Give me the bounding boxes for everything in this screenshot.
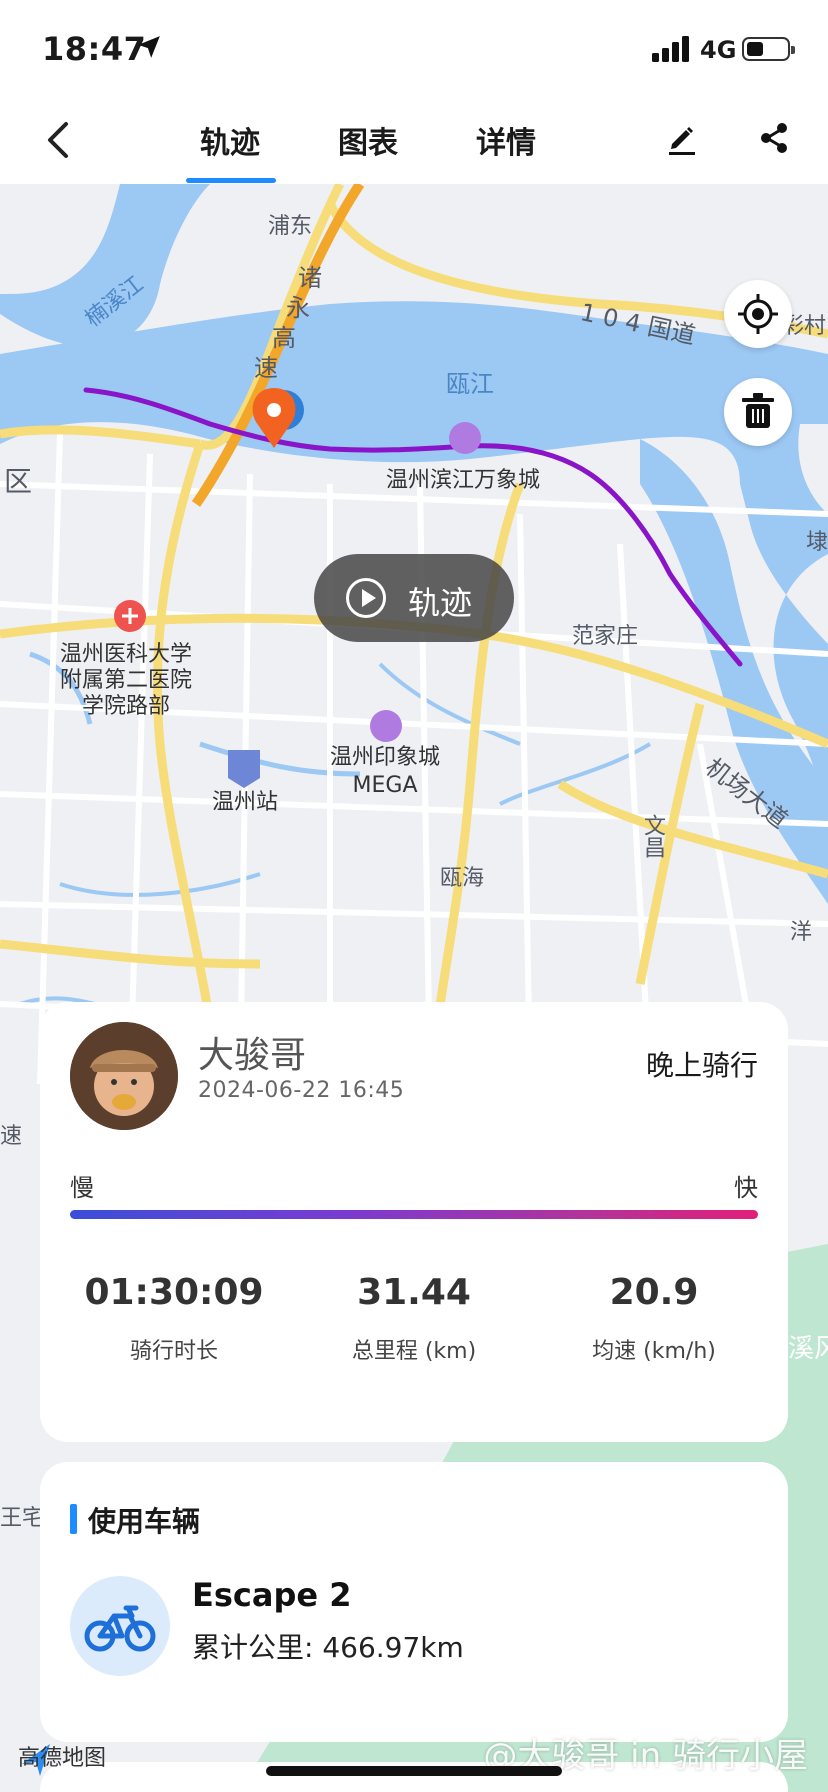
play-label: 轨迹 <box>408 584 473 622</box>
section-accent-bar <box>70 1504 77 1534</box>
tab-chart[interactable]: 图表 <box>338 118 398 162</box>
bike-mileage: 累计公里: 466.97km <box>192 1631 464 1664</box>
nav-bar: 轨迹 图表 详情 <box>0 100 828 184</box>
section-title: 使用车辆 <box>88 1505 201 1538</box>
crosshair-icon <box>738 294 778 334</box>
stat-duration-label: 骑行时长 <box>129 1339 218 1364</box>
home-indicator[interactable] <box>266 1766 562 1776</box>
location-arrow-icon <box>138 36 160 58</box>
bike-name: Escape 2 <box>192 1576 352 1614</box>
map-label-yang: 洋 <box>790 920 813 945</box>
stat-distance-label: 总里程 (km) <box>351 1339 477 1364</box>
ride-title[interactable]: 晚上骑行 <box>646 1044 758 1084</box>
tab-active-indicator <box>186 178 276 183</box>
map-provider-logo: 高德地图 <box>18 1746 107 1771</box>
stat-avg-speed: 20.9 均速 (km/h) <box>544 1272 764 1365</box>
track-playback-button[interactable]: 轨迹 <box>314 554 514 642</box>
map-label-pudong: 浦东 <box>268 214 313 239</box>
map-label-su: 速 <box>0 1124 23 1149</box>
map-label-binjiang: 温州滨江万象城 <box>386 468 541 493</box>
ride-datetime: 2024-06-22 16:45 <box>198 1078 405 1103</box>
ride-summary-card: 大骏哥 2024-06-22 16:45 晚上骑行 慢 快 01:30:09 骑… <box>40 1002 788 1442</box>
speed-legend-fast: 快 <box>734 1174 758 1202</box>
speed-legend-slow: 慢 <box>70 1174 94 1202</box>
trash-icon <box>742 393 774 428</box>
status-time: 18:47 <box>42 30 147 68</box>
stat-duration-value: 01:30:09 <box>84 1272 264 1313</box>
map-label-kan: 埭 <box>806 530 828 555</box>
map-label-wenchang: 文昌 <box>640 814 665 858</box>
user-name: 大骏哥 <box>198 1035 307 1076</box>
map-label-xifeng: 溪风 <box>788 1334 828 1364</box>
map-label-district: 区 <box>4 465 33 498</box>
map-label-wangzhai: 王宅 <box>0 1506 45 1531</box>
speed-gradient-bar <box>70 1210 758 1219</box>
back-icon[interactable] <box>40 118 80 162</box>
map-label-fanjiazhuang: 范家庄 <box>572 624 639 649</box>
avatar[interactable] <box>70 1022 178 1130</box>
bike-avatar <box>70 1576 170 1676</box>
map-label-hospital: 温州医科大学 附属第二医院 学院路部 <box>60 642 193 719</box>
stat-avg-speed-label: 均速 (km/h) <box>592 1339 716 1364</box>
bicycle-icon <box>84 1605 156 1652</box>
map-label-zhuyong-4: 速 <box>254 354 278 382</box>
share-icon[interactable] <box>756 120 792 156</box>
stat-avg-speed-value: 20.9 <box>609 1272 699 1313</box>
delete-button[interactable] <box>724 378 792 446</box>
status-bar: 18:47 4G <box>0 0 828 100</box>
tab-track[interactable]: 轨迹 <box>200 118 260 162</box>
stat-duration: 01:30:09 骑行时长 <box>64 1272 284 1365</box>
edit-icon[interactable] <box>664 120 700 156</box>
map-label-station: 温州站 <box>212 790 279 815</box>
tab-details[interactable]: 详情 <box>476 118 536 162</box>
signal-icon <box>652 36 689 62</box>
map-label-ouhai: 瓯海 <box>440 866 485 891</box>
locate-button[interactable] <box>724 280 792 348</box>
battery-icon <box>742 37 795 61</box>
network-type: 4G <box>700 36 737 64</box>
map-label-oujiang: 瓯江 <box>446 370 494 398</box>
stat-distance-value: 31.44 <box>357 1272 471 1313</box>
vehicle-card[interactable]: 使用车辆 Escape 2 累计公里: 466.97km <box>40 1462 788 1742</box>
stat-distance: 31.44 总里程 (km) <box>304 1272 524 1365</box>
map-label-yinxiang: 温州印象城 MEGA <box>330 745 441 798</box>
